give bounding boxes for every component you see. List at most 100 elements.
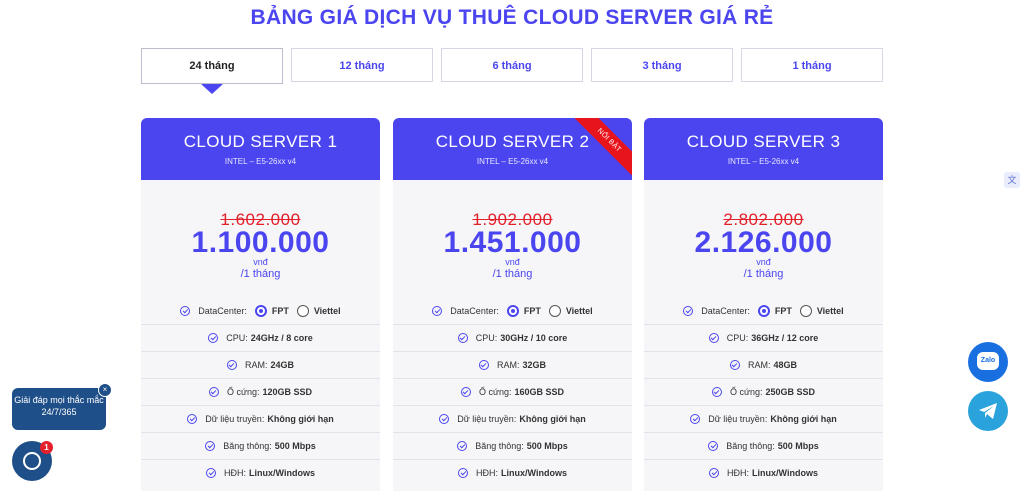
spec-label: DataCenter: <box>198 306 247 316</box>
spec-datacenter: DataCenter: FPT Viettel <box>141 298 380 324</box>
spec-value: Không giới hạn <box>519 414 586 424</box>
check-circle-icon <box>208 333 219 343</box>
tab-3-months[interactable]: 3 tháng <box>591 48 733 82</box>
active-tab-pointer <box>201 84 223 94</box>
spec-ram: RAM: 24GB <box>141 351 380 378</box>
plan-name: CLOUD SERVER 1 <box>183 132 338 151</box>
spec-value: Linux/Windows <box>249 468 315 478</box>
spec-transfer: Dữ liệu truyền: Không giới hạn <box>141 405 380 432</box>
spec-label: HĐH: <box>727 468 750 478</box>
current-price: 1.451.000 <box>443 226 582 259</box>
spec-transfer: Dữ liệu truyền: Không giới hạn <box>393 405 632 432</box>
spec-value: 160GB SSD <box>514 387 565 397</box>
pricing-card-cloud-server-2: CLOUD SERVER 2 INTEL – E5-26xx v4 NỔI BẬ… <box>393 118 632 491</box>
spec-os: HĐH: Linux/Windows <box>393 459 632 486</box>
check-circle-icon <box>187 414 198 424</box>
spec-label: Ổ cứng: <box>729 387 763 397</box>
spec-label: RAM: <box>747 360 771 370</box>
spec-label: RAM: <box>244 360 268 370</box>
spec-datacenter: DataCenter: FPT Viettel <box>644 298 883 324</box>
spec-value: 500 Mbps <box>777 441 819 451</box>
spec-os: HĐH: Linux/Windows <box>644 459 883 486</box>
spec-cpu: CPU: 36GHz / 12 core <box>644 324 883 351</box>
check-circle-icon <box>709 468 720 478</box>
chat-prompt-bubble[interactable]: Giải đáp mọi thắc mắc 24/7/365 <box>12 388 106 430</box>
spec-ram: RAM: 48GB <box>644 351 883 378</box>
current-price: 1.100.000 <box>191 226 330 259</box>
spec-value: 250GB SSD <box>765 387 816 397</box>
current-price: 2.126.000 <box>694 226 833 259</box>
spec-label: Dữ liệu truyền: <box>457 414 517 424</box>
radio-label-viettel: Viettel <box>816 306 844 316</box>
plan-cpu-model: INTEL – E5-26xx v4 <box>727 157 800 166</box>
spec-cpu: CPU: 30GHz / 10 core <box>393 324 632 351</box>
spec-label: DataCenter: <box>701 306 750 316</box>
translate-icon[interactable]: 文 <box>1004 172 1020 188</box>
radio-viettel[interactable] <box>799 305 812 317</box>
radio-label-fpt: FPT <box>774 306 792 316</box>
chat-unread-badge: 1 <box>40 441 53 454</box>
spec-transfer: Dữ liệu truyền: Không giới hạn <box>644 405 883 432</box>
price-period: /1 tháng <box>743 268 784 280</box>
chat-icon <box>23 452 41 470</box>
radio-fpt[interactable] <box>757 305 770 317</box>
spec-label: Dữ liệu truyền: <box>205 414 265 424</box>
price-currency: vnđ <box>505 257 520 267</box>
spec-label: CPU: <box>726 333 749 343</box>
spec-value: 48GB <box>773 360 797 370</box>
spec-value: 30GHz / 10 core <box>500 333 568 343</box>
check-circle-icon <box>708 333 719 343</box>
spec-list: DataCenter: FPT Viettel CPU: 36GHz / 12 … <box>644 298 883 486</box>
check-circle-icon <box>457 333 468 343</box>
check-circle-icon <box>729 360 740 370</box>
spec-label: Dữ liệu truyền: <box>708 414 768 424</box>
spec-value: 120GB SSD <box>262 387 313 397</box>
check-circle-icon <box>208 387 219 397</box>
radio-label-fpt: FPT <box>271 306 289 316</box>
tab-6-months[interactable]: 6 tháng <box>441 48 583 82</box>
spec-label: DataCenter: <box>450 306 499 316</box>
price-period: /1 tháng <box>492 268 533 280</box>
check-circle-icon <box>683 306 694 316</box>
spec-label: Băng thông: <box>726 441 775 451</box>
radio-fpt[interactable] <box>254 305 267 317</box>
card-header: CLOUD SERVER 3 INTEL – E5-26xx v4 <box>644 118 883 180</box>
card-header: CLOUD SERVER 2 INTEL – E5-26xx v4 NỔI BẬ… <box>393 118 632 180</box>
price-period: /1 tháng <box>240 268 281 280</box>
telegram-icon <box>979 403 997 419</box>
spec-bandwidth: Băng thông: 500 Mbps <box>393 432 632 459</box>
spec-datacenter: DataCenter: FPT Viettel <box>393 298 632 324</box>
plan-name: CLOUD SERVER 3 <box>686 132 841 151</box>
check-circle-icon <box>226 360 237 370</box>
spec-label: RAM: <box>496 360 520 370</box>
spec-value: Không giới hạn <box>770 414 837 424</box>
radio-fpt[interactable] <box>506 305 519 317</box>
radio-viettel[interactable] <box>296 305 309 317</box>
zalo-button[interactable]: Zalo <box>968 342 1008 382</box>
spec-cpu: CPU: 24GHz / 8 core <box>141 324 380 351</box>
tab-24-months[interactable]: 24 tháng <box>141 48 283 84</box>
check-circle-icon <box>206 468 217 478</box>
check-circle-icon <box>205 441 216 451</box>
page-title: BẢNG GIÁ DỊCH VỤ THUÊ CLOUD SERVER GIÁ R… <box>250 6 774 29</box>
check-circle-icon <box>458 468 469 478</box>
tab-12-months[interactable]: 12 tháng <box>291 48 433 82</box>
spec-ram: RAM: 32GB <box>393 351 632 378</box>
spec-list: DataCenter: FPT Viettel CPU: 30GHz / 10 … <box>393 298 632 486</box>
spec-value: 24GB <box>270 360 294 370</box>
radio-viettel[interactable] <box>548 305 561 317</box>
pricing-card-cloud-server-1: CLOUD SERVER 1 INTEL – E5-26xx v4 1.602.… <box>141 118 380 491</box>
spec-value: 36GHz / 12 core <box>751 333 819 343</box>
spec-value: 32GB <box>522 360 546 370</box>
radio-label-viettel: Viettel <box>565 306 593 316</box>
spec-disk: Ổ cứng: 250GB SSD <box>644 378 883 405</box>
spec-label: HĐH: <box>224 468 247 478</box>
telegram-button[interactable] <box>968 391 1008 431</box>
spec-label: Băng thông: <box>475 441 524 451</box>
card-header: CLOUD SERVER 1 INTEL – E5-26xx v4 <box>141 118 380 180</box>
check-circle-icon <box>439 414 450 424</box>
tab-1-month[interactable]: 1 tháng <box>741 48 883 82</box>
close-icon[interactable]: × <box>98 383 112 397</box>
spec-os: HĐH: Linux/Windows <box>141 459 380 486</box>
spec-label: HĐH: <box>476 468 499 478</box>
